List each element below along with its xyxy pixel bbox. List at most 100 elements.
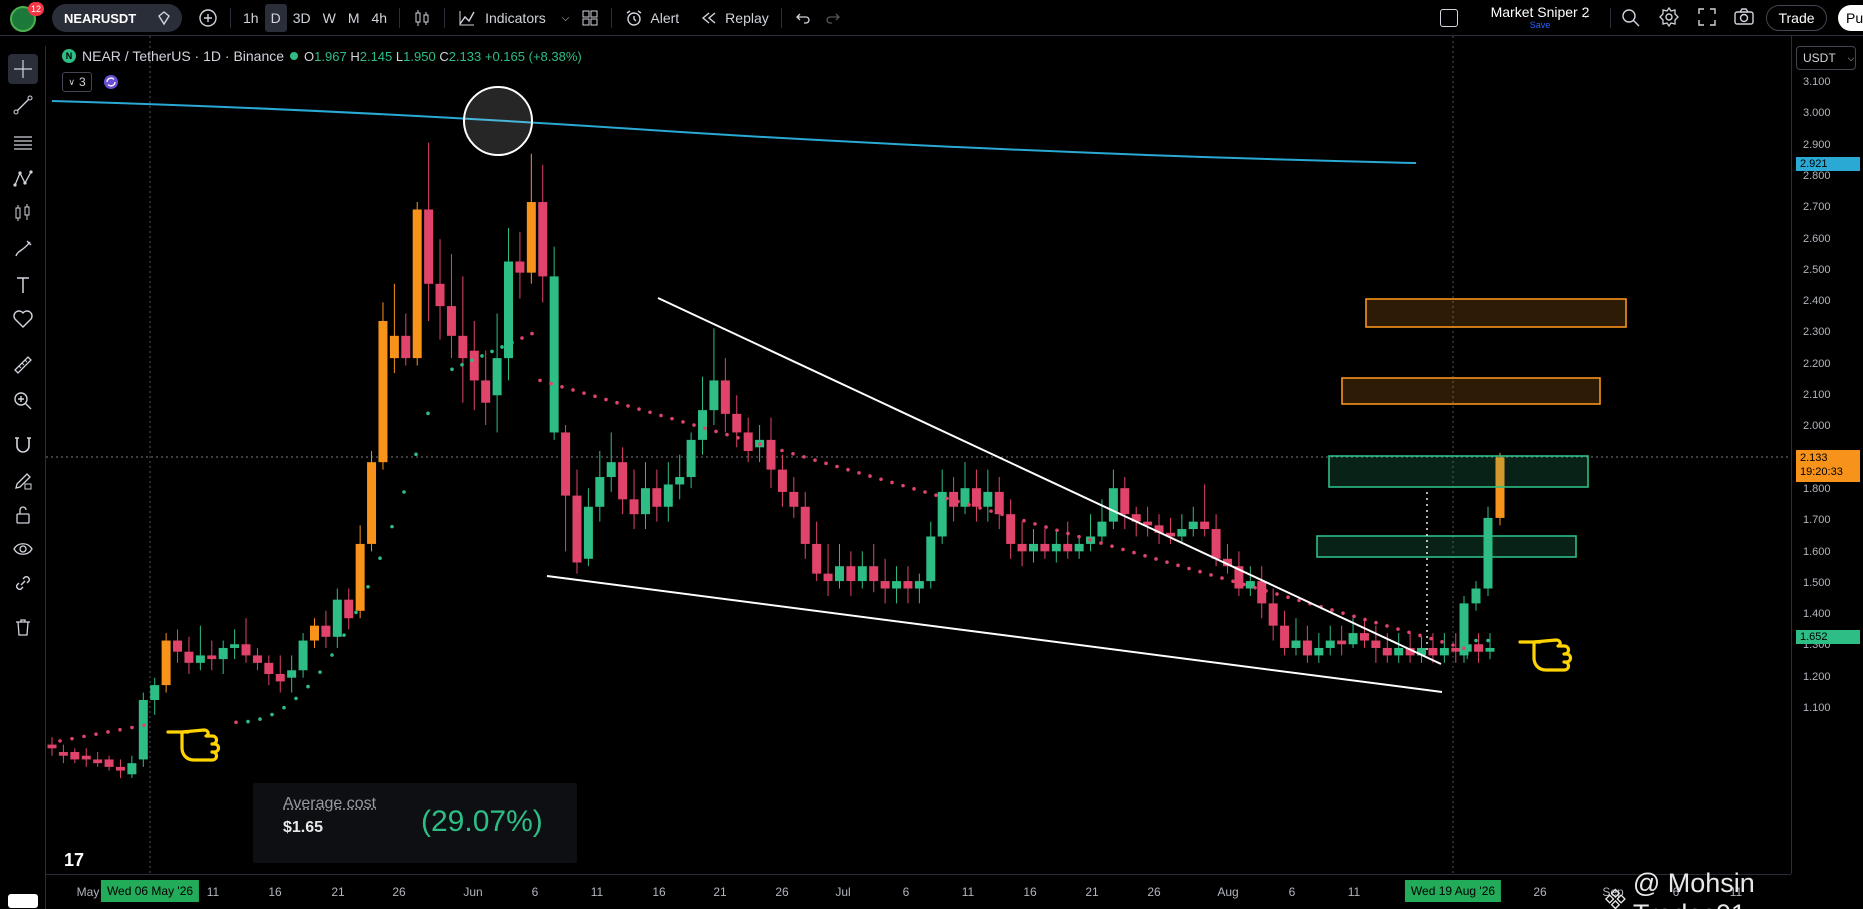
sar-dot	[1374, 621, 1378, 625]
add-symbol-button[interactable]	[192, 4, 224, 32]
settings-button[interactable]	[1658, 6, 1680, 33]
watermark: @ Mohsin Trades01	[1604, 868, 1863, 909]
candle-body	[139, 700, 148, 759]
currency-selector[interactable]: USDT ⌵	[1796, 46, 1856, 70]
sar-dot	[258, 717, 262, 721]
time-tick: 11	[207, 885, 219, 899]
candle-body	[356, 544, 365, 611]
candle-body	[196, 655, 205, 662]
price-tick: 3.100	[1803, 76, 1831, 88]
candle-body	[367, 462, 376, 544]
crosshair-tool[interactable]	[8, 54, 38, 84]
candle-body	[150, 685, 159, 700]
sar-dot	[354, 611, 358, 615]
candle-body	[105, 759, 114, 766]
tradingview-logo: 17	[64, 850, 84, 871]
candle-body	[1063, 544, 1072, 551]
zoom-tool[interactable]	[8, 386, 38, 416]
candle-body	[1189, 522, 1198, 529]
redo-button[interactable]	[818, 4, 848, 32]
magnet-tool[interactable]	[8, 430, 38, 460]
last-price: 2.133	[1800, 451, 1856, 465]
forecasting-tool[interactable]	[8, 198, 38, 228]
lock-tool[interactable]	[8, 500, 38, 530]
candle-body	[219, 648, 228, 659]
remove-drawings-tool[interactable]	[8, 612, 38, 642]
candle-body	[778, 470, 787, 492]
sar-dot	[549, 382, 553, 386]
divider	[1610, 8, 1611, 28]
candle-body	[1371, 641, 1380, 648]
sar-dot	[1143, 554, 1147, 558]
chevron-down-icon[interactable]: ⌵	[1582, 10, 1590, 21]
entry-box	[1317, 536, 1576, 557]
heart-icon	[12, 308, 34, 330]
sar-dot	[1077, 535, 1081, 539]
legend-title[interactable]: NEAR / TetherUS · 1D · Binance	[82, 48, 284, 64]
trend-line-tool[interactable]	[8, 90, 38, 120]
drawing-mode-tool[interactable]	[8, 466, 38, 496]
time-tick: 11	[1348, 885, 1360, 899]
timeframe-4h[interactable]: 4h	[366, 4, 394, 32]
sar-dot	[681, 420, 685, 424]
trade-button[interactable]: Trade	[1766, 5, 1827, 31]
candle-body	[1109, 488, 1118, 521]
fib-tool[interactable]	[8, 128, 38, 158]
price-chart[interactable]	[46, 36, 1791, 874]
layout-checkbox[interactable]	[1440, 9, 1458, 27]
timeframe-3d[interactable]: 3D	[287, 4, 317, 32]
text-tool[interactable]	[8, 270, 38, 300]
ohlc-values: O1.967 H2.145 L1.950 C2.133 +0.165 (+8.3…	[304, 49, 582, 64]
brush-tool[interactable]	[8, 234, 38, 264]
replay-button[interactable]: Replay	[693, 4, 775, 32]
layouts-button[interactable]	[575, 4, 605, 32]
candle-body	[1200, 522, 1209, 529]
sar-dot	[402, 490, 406, 494]
time-tick: 6	[1289, 885, 1296, 899]
candle-body	[515, 262, 524, 273]
divider	[781, 8, 782, 28]
target-box-1	[1329, 456, 1588, 487]
price-tick: 1.600	[1803, 546, 1831, 558]
pattern-tool[interactable]	[8, 164, 38, 194]
indicator-toggle[interactable]: ∨ 3	[62, 72, 92, 92]
refresh-icon[interactable]	[102, 73, 120, 91]
candle-body	[1269, 603, 1278, 625]
indicators-button[interactable]: Indicators ⌵	[451, 4, 575, 32]
hide-drawings-tool[interactable]	[8, 534, 38, 564]
sar-dot	[58, 739, 62, 743]
fullscreen-button[interactable]	[1696, 6, 1718, 33]
timeframe-w[interactable]: W	[317, 4, 342, 32]
sar-dot	[978, 506, 982, 510]
alert-button[interactable]: Alert	[618, 4, 685, 32]
chart-overlays	[46, 36, 1791, 874]
timeframe-m[interactable]: M	[342, 4, 366, 32]
quick-search-button[interactable]	[1620, 6, 1642, 33]
chart-type-button[interactable]	[406, 4, 438, 32]
undo-button[interactable]	[788, 4, 818, 32]
snapshot-button[interactable]	[1733, 6, 1755, 33]
link-tool[interactable]	[8, 568, 38, 598]
candle-body	[173, 641, 182, 652]
plus-circle-icon	[198, 8, 218, 28]
candle-body	[903, 581, 912, 588]
candle-body	[949, 492, 958, 507]
candle-body	[1097, 522, 1106, 537]
measure-tool[interactable]	[8, 350, 38, 380]
sar-dot	[1275, 592, 1279, 596]
sar-dot	[648, 410, 652, 414]
sar-dot	[791, 452, 795, 456]
time-axis[interactable]	[46, 874, 1791, 909]
top-toolbar: 12 NEARUSDT 1h D 3D W M 4h Indicators ⌵ …	[0, 0, 1863, 36]
sar-dot	[1099, 541, 1103, 545]
publish-button[interactable]: Pu	[1838, 5, 1863, 31]
symbol-search-button[interactable]: NEARUSDT	[52, 4, 182, 32]
sar-dot	[912, 487, 916, 491]
icons-tool[interactable]	[8, 304, 38, 334]
timeframe-d[interactable]: D	[265, 4, 287, 32]
sar-dot	[780, 449, 784, 453]
timeframe-1h[interactable]: 1h	[237, 4, 265, 32]
near-logo-icon: N	[62, 49, 76, 63]
indicator-count: 3	[79, 75, 86, 89]
link-icon	[12, 572, 34, 594]
